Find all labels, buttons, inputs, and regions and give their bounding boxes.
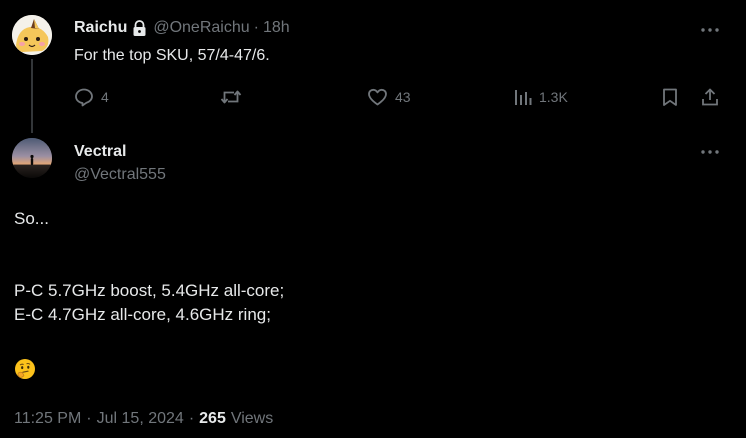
parent-display-name[interactable]: Raichu <box>74 18 127 38</box>
main-tweet-text: So... P-C 5.7GHz boost, 5.4GHz all-core;… <box>14 207 284 327</box>
main-views-count: 265 <box>199 410 226 427</box>
share-button[interactable] <box>700 86 720 108</box>
parent-header-separator: · <box>253 19 259 36</box>
more-icon <box>701 141 719 159</box>
meta-separator: · <box>188 410 195 427</box>
thinking-emoji <box>14 358 36 386</box>
reply-count: 4 <box>101 89 109 105</box>
main-display-name[interactable]: Vectral <box>74 142 126 162</box>
bookmark-icon <box>660 87 680 107</box>
reply-button[interactable]: 4 <box>74 86 109 108</box>
like-button[interactable]: 43 <box>367 86 411 108</box>
main-handle[interactable]: @Vectral555 <box>74 165 166 185</box>
thinking-face-icon <box>15 359 35 379</box>
reply-icon <box>74 87 94 107</box>
views-chart-icon <box>514 87 532 107</box>
main-views-label: Views <box>230 410 274 427</box>
heart-icon <box>367 87 388 107</box>
views-count: 1.3K <box>539 89 568 105</box>
bookmark-button[interactable] <box>660 86 680 108</box>
parent-timestamp[interactable]: 18h <box>263 18 290 38</box>
tweet-line <box>14 231 284 255</box>
share-icon <box>700 87 720 107</box>
parent-more-button[interactable] <box>699 17 721 39</box>
retweet-icon <box>220 87 242 107</box>
meta-separator: · <box>86 410 92 427</box>
thread-line <box>31 59 33 133</box>
avatar-raichu[interactable] <box>12 15 52 55</box>
tweet-meta: 11:25 PM · Jul 15, 2024 · 265 Views <box>14 409 273 429</box>
parent-handle[interactable]: @OneRaichu <box>153 18 249 38</box>
parent-tweet-header: Raichu @OneRaichu · 18h <box>74 18 290 38</box>
retweet-button[interactable] <box>220 86 249 108</box>
avatar-raichu-image <box>12 15 52 55</box>
tweet-line: E-C 4.7GHz all-core, 4.6GHz ring; <box>14 305 271 324</box>
lock-icon <box>132 19 147 37</box>
tweet-line: So... <box>14 209 49 228</box>
post-time[interactable]: 11:25 PM <box>14 409 81 429</box>
views-button[interactable]: 1.3K <box>514 86 568 108</box>
parent-tweet-text: For the top SKU, 57/4-47/6. <box>74 47 270 64</box>
post-date[interactable]: Jul 15, 2024 <box>97 409 184 429</box>
more-icon <box>701 19 719 37</box>
tweet-line: P-C 5.7GHz boost, 5.4GHz all-core; <box>14 281 285 300</box>
like-count: 43 <box>395 89 411 105</box>
avatar-vectral-image <box>12 138 52 178</box>
tweet-line <box>14 255 284 279</box>
main-more-button[interactable] <box>699 139 721 161</box>
avatar-vectral[interactable] <box>12 138 52 178</box>
